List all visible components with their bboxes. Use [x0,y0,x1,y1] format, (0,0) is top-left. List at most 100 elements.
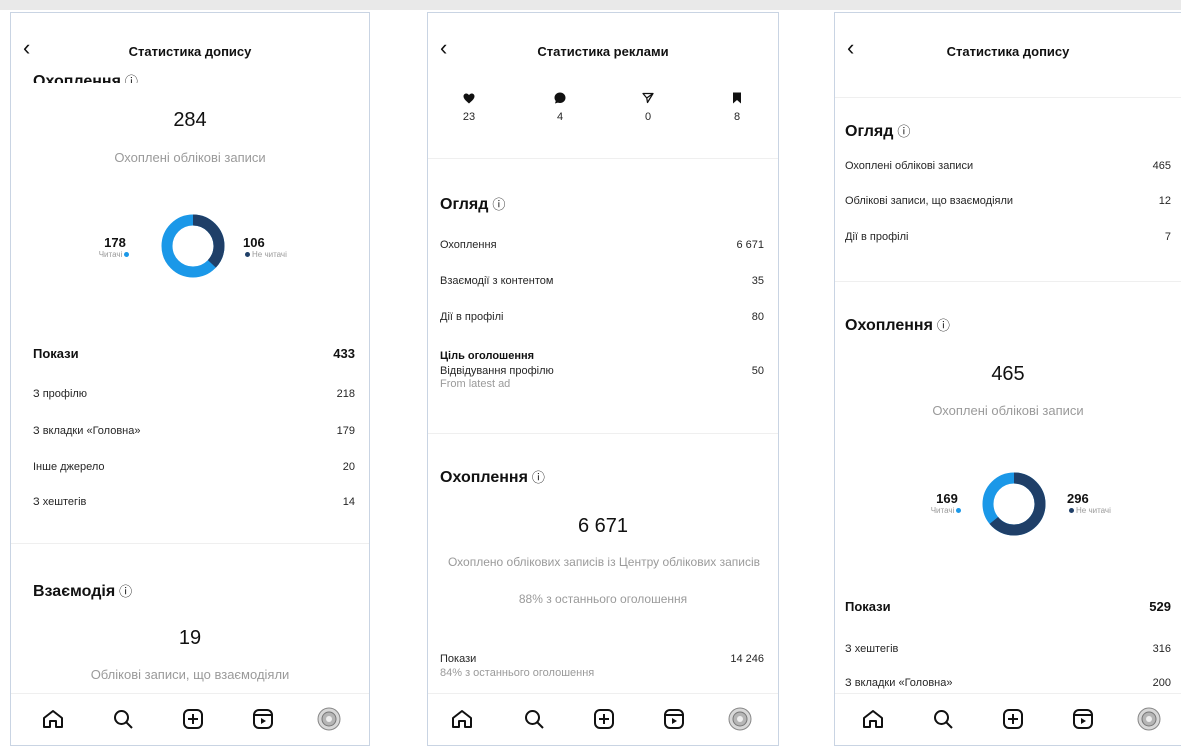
info-icon[interactable]: ⓘ [897,124,910,139]
search-icon[interactable] [522,707,546,731]
profile-avatar[interactable] [1137,707,1161,731]
reach-subtitle: Охоплено облікових записів із Центру обл… [447,555,761,569]
nonfollowers-label: Не читачі [1076,506,1111,515]
info-icon[interactable]: ⓘ [119,584,132,599]
reach-value: 6 671 [577,515,629,537]
reach-section-title: Охоплення ⓘ [440,467,545,487]
ad-goal-label: Ціль оголошення [440,350,535,362]
comment-icon [554,92,566,104]
overview-row-value: 7 [1164,231,1171,243]
followers-label: Читачі [930,506,955,515]
followers-donut-chart [982,472,1046,536]
post-insights-panel-1: ‹ Статистика допису Охоплення ⓘ 284 Охопл… [10,12,370,746]
overview-row-value: 465 [1152,160,1171,172]
overview-row-label: Облікові записи, що взаємодіяли [845,195,1014,207]
ad-goal-value: 50 [751,365,764,377]
overview-row-value: 12 [1158,195,1171,207]
overview-row-label: Охоплені облікові записи [845,160,974,172]
header: ‹ Статистика допису [835,13,1181,73]
followers-dot [124,252,130,258]
window-top-strip [0,0,1181,10]
search-icon[interactable] [931,707,955,731]
bottom-nav [835,693,1181,745]
nonfollowers-value: 106 [243,235,265,250]
overview-row-label: Взаємодії з контентом [440,275,554,287]
source-row-label: З хештегів [33,496,87,508]
source-row-label: З вкладки «Головна» [845,677,953,689]
saves-stat: 8 [722,91,752,123]
reach-title-text: Охоплення [440,469,528,486]
followers-donut-chart [161,214,225,278]
ad-goal-subtitle: Відвідування профілю [440,365,554,377]
header: ‹ Статистика допису [11,13,369,73]
reels-icon[interactable] [662,707,686,731]
impressions-value: 529 [1149,599,1171,614]
section-divider [428,433,778,434]
comments-stat: 4 [545,91,575,123]
reels-icon[interactable] [251,707,275,731]
home-icon[interactable] [861,707,885,731]
search-icon[interactable] [111,707,135,731]
source-row-label: З вкладки «Головна» [33,425,141,437]
followers-value: 178 [104,235,126,250]
reach-title-text: Охоплення [845,317,933,334]
reach-section-title: Охоплення ⓘ [33,71,138,83]
reach-title-text: Охоплення [33,73,121,83]
overview-row-label: Охоплення [440,239,497,251]
create-icon[interactable] [181,707,205,731]
info-icon[interactable]: ⓘ [937,318,950,333]
followers-value: 169 [936,491,958,506]
nonfollowers-stat: 296 Не читачі [1067,491,1137,515]
impressions-label: Покази [845,599,891,614]
source-row-value: 14 [342,496,355,508]
source-row-value: 316 [1152,643,1171,655]
likes-value: 23 [462,111,476,123]
page-title: Статистика реклами [537,44,669,59]
info-icon[interactable]: ⓘ [532,470,545,485]
impressions-label: Покази [33,346,79,361]
bookmark-icon [733,92,741,104]
impressions-subtitle: 84% з останнього оголошення [440,667,595,679]
info-icon[interactable]: ⓘ [492,197,505,212]
create-icon[interactable] [1001,707,1025,731]
followers-stat: 169 Читачі [917,491,977,515]
interaction-value: 19 [178,627,202,649]
profile-avatar[interactable] [728,707,752,731]
overview-row-value: 35 [751,275,764,287]
impressions-value: 14 246 [730,653,764,665]
overview-row-value: 6 671 [736,239,764,251]
header: ‹ Статистика реклами [428,13,778,73]
bottom-nav [11,693,369,745]
overview-row-label: Дії в профілі [845,231,909,243]
section-divider [835,97,1181,98]
source-row-label: Інше джерело [33,461,105,473]
source-row-value: 179 [336,425,355,437]
reels-icon[interactable] [1071,707,1095,731]
post-insights-panel-2: ‹ Статистика допису Огляд ⓘ Охоплені облі… [834,12,1181,746]
reach-value: 284 [173,109,207,131]
create-icon[interactable] [592,707,616,731]
reach-subtitle: Охоплені облікові записи [114,150,266,165]
overview-section-title: Огляд ⓘ [845,121,910,141]
shares-stat: 0 [633,91,663,123]
bottom-nav [428,693,778,745]
followers-label: Читачі [98,250,123,259]
ad-goal-note: From latest ad [440,378,511,390]
info-icon[interactable]: ⓘ [125,74,138,83]
overview-title-text: Огляд [845,123,894,140]
home-icon[interactable] [41,707,65,731]
source-row-label: З профілю [33,388,88,400]
nonfollowers-stat: 106 Не читачі [243,235,313,259]
page-title: Статистика допису [946,44,1070,59]
home-icon[interactable] [450,707,474,731]
overview-row-label: Дії в профілі [440,311,504,323]
shares-value: 0 [644,111,652,123]
profile-avatar[interactable] [317,707,341,731]
impressions-value: 433 [333,346,355,361]
source-row-value: 200 [1152,677,1171,689]
saves-value: 8 [733,111,741,123]
section-divider [11,543,369,544]
source-row-value: 20 [342,461,355,473]
interaction-title-text: Взаємодія [33,583,116,600]
section-divider [835,281,1181,282]
